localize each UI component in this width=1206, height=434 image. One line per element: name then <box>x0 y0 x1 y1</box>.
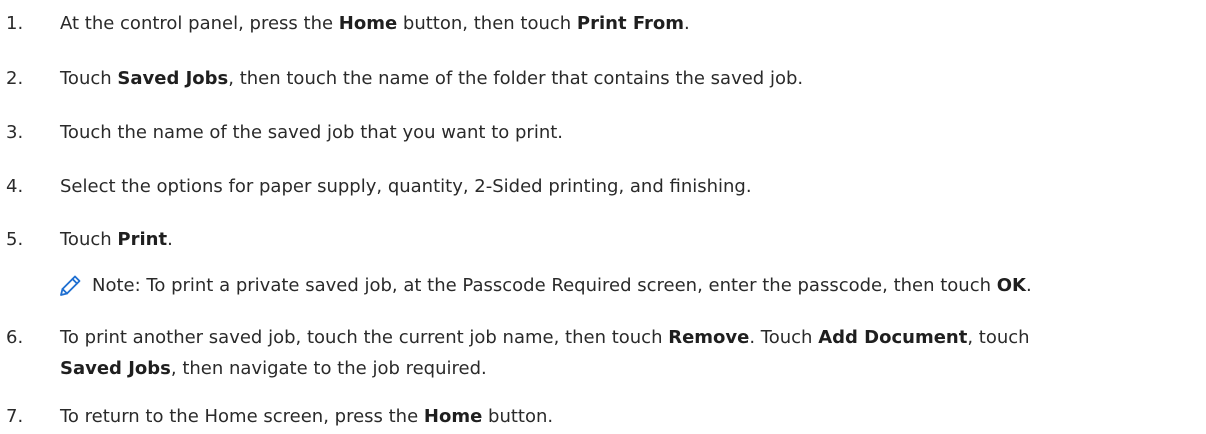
note-text-segment: . <box>1026 275 1032 296</box>
print-reference: Print <box>117 229 168 250</box>
step-text-segment: , touch <box>967 327 1030 348</box>
step-text: Touch Print. <box>60 224 173 255</box>
print-from-reference: Print From <box>576 13 684 34</box>
home-button-reference: Home <box>423 406 483 427</box>
pencil-icon <box>60 275 81 296</box>
step-text-segment: button. <box>482 406 554 427</box>
note-text-segment: Note: To print a private saved job, at t… <box>92 275 997 296</box>
step-number: 5. <box>6 229 24 250</box>
step-number: 7. <box>6 406 24 427</box>
step-text-line: To print another saved job, touch the cu… <box>60 322 1030 353</box>
step-text-segment: Select the options for paper supply, qua… <box>60 176 752 197</box>
step-text: To print another saved job, touch the cu… <box>60 322 1030 384</box>
step-text: Select the options for paper supply, qua… <box>60 171 752 202</box>
step-number: 3. <box>6 122 24 143</box>
step-text-segment: To return to the Home screen, press the <box>60 406 424 427</box>
step-text-segment: , then navigate to the job required. <box>170 358 487 379</box>
step-number: 6. <box>6 327 24 348</box>
step-text-segment: To print another saved job, touch the cu… <box>60 327 669 348</box>
step-number: 1. <box>6 13 24 34</box>
note-text: Note: To print a private saved job, at t… <box>92 270 1032 301</box>
step-text-segment: . <box>167 229 173 250</box>
saved-jobs-reference: Saved Jobs <box>117 68 229 89</box>
ok-reference: OK <box>996 275 1026 296</box>
step-number: 2. <box>6 68 24 89</box>
instruction-list: 1. At the control panel, press the Home … <box>0 0 1206 434</box>
add-document-reference: Add Document <box>818 327 968 348</box>
step-text-line: Saved Jobs, then navigate to the job req… <box>60 353 1030 384</box>
home-button-reference: Home <box>338 13 398 34</box>
step-text-segment: Touch <box>60 68 118 89</box>
step-number: 4. <box>6 176 24 197</box>
step-text-segment: Touch the name of the saved job that you… <box>60 122 564 143</box>
step-text-segment: , then touch the name of the folder that… <box>228 68 804 89</box>
step-text-segment: button, then touch <box>397 13 577 34</box>
step-text: Touch Saved Jobs, then touch the name of… <box>60 63 803 94</box>
step-text-segment: At the control panel, press the <box>60 13 339 34</box>
saved-jobs-reference: Saved Jobs <box>60 358 171 379</box>
step-text: To return to the Home screen, press the … <box>60 401 553 432</box>
step-text-segment: Touch <box>60 229 118 250</box>
step-text-segment: . <box>683 13 690 34</box>
step-text: Touch the name of the saved job that you… <box>60 117 563 148</box>
step-text: At the control panel, press the Home but… <box>60 8 690 39</box>
step-text-segment: . Touch <box>749 327 819 348</box>
remove-reference: Remove <box>668 327 750 348</box>
